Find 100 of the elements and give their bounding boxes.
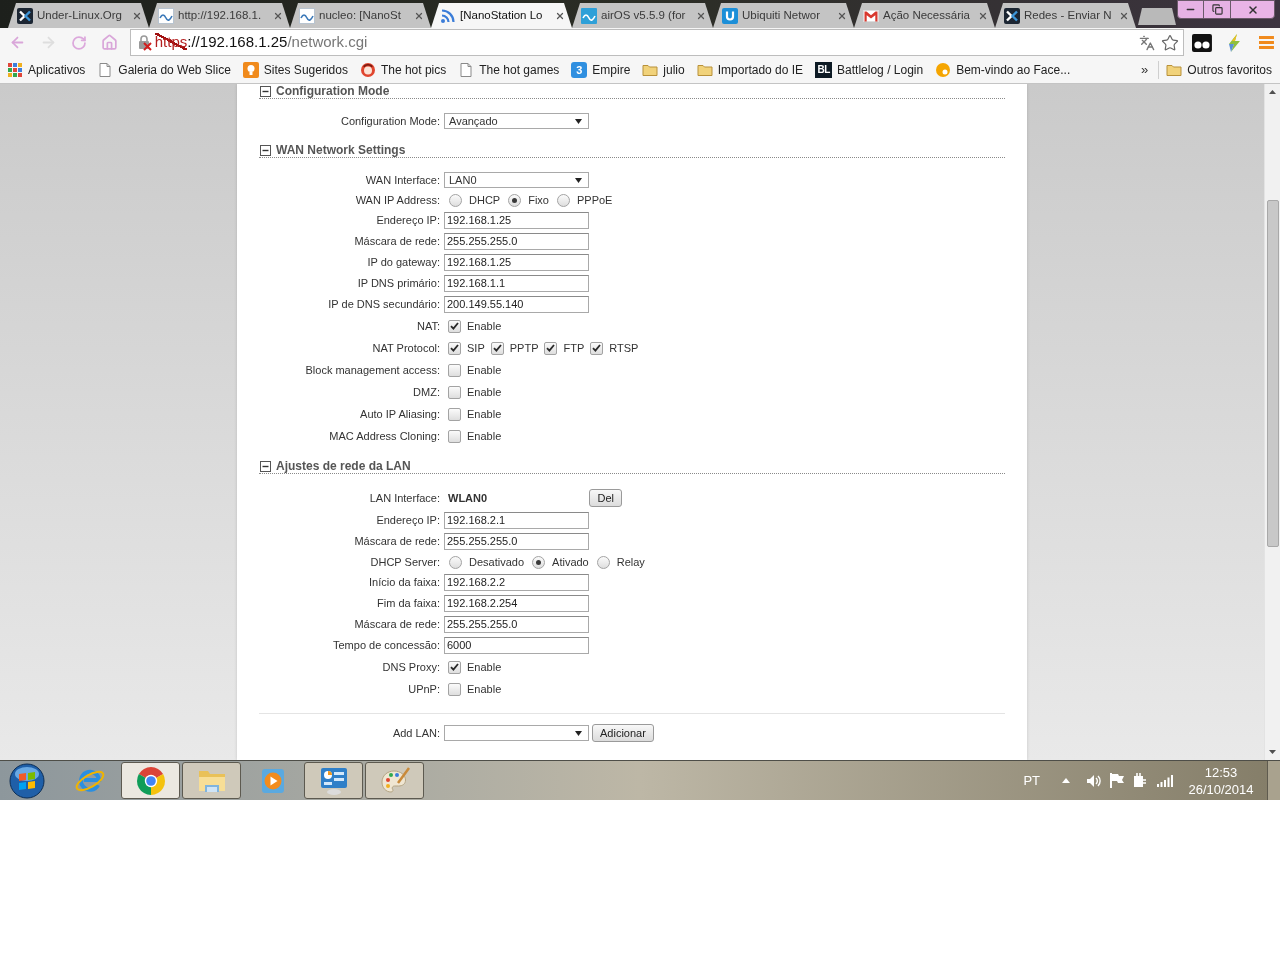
show-desktop-button[interactable] (1267, 761, 1280, 800)
close-icon[interactable] (132, 10, 142, 21)
tab[interactable]: nucleo: [NanoSt (290, 3, 431, 28)
checkbox[interactable] (448, 429, 461, 443)
glasses-icon[interactable] (1192, 33, 1213, 52)
input-field[interactable]: 200.149.55.140 (444, 296, 589, 313)
close-icon[interactable] (696, 10, 706, 21)
tab[interactable]: [NanoStation Lo (431, 3, 572, 28)
checkbox[interactable] (490, 341, 504, 355)
page-icon (458, 62, 475, 78)
bookmark[interactable]: Importado do IE (692, 59, 808, 81)
signal-bars-icon[interactable] (1157, 774, 1173, 787)
flag-icon[interactable] (1110, 773, 1124, 788)
checkbox-label: FTP (563, 340, 585, 356)
collapse-icon[interactable] (260, 144, 271, 156)
bookmark[interactable]: Sites Sugeridos (238, 59, 352, 81)
scroll-down-icon[interactable] (1269, 750, 1276, 754)
close-icon[interactable] (978, 10, 988, 21)
input-field[interactable]: 255.255.255.0 (444, 533, 589, 550)
start-orb-icon (9, 762, 45, 799)
restore-button[interactable] (1204, 0, 1230, 19)
input-field[interactable]: 192.168.1.25 (444, 212, 589, 229)
close-icon[interactable] (1119, 10, 1129, 21)
minimize-button[interactable] (1177, 0, 1204, 19)
section-title: Configuration Mode (276, 84, 390, 100)
add-button[interactable]: Adicionar (592, 724, 654, 742)
taskbar-app[interactable] (182, 762, 241, 799)
input-field[interactable]: 255.255.255.0 (444, 233, 589, 250)
checkbox[interactable] (448, 363, 461, 377)
close-icon[interactable] (837, 10, 847, 21)
input-field[interactable]: 192.168.1.1 (444, 275, 589, 292)
tab[interactable]: Under-Linux.Org (8, 3, 149, 28)
close-button[interactable] (1230, 0, 1275, 19)
collapse-icon[interactable] (260, 85, 271, 97)
power-plug-icon[interactable] (1133, 773, 1147, 788)
checkbox[interactable] (448, 319, 461, 333)
scrollbar-thumb[interactable] (1266, 200, 1279, 547)
close-icon[interactable] (414, 10, 424, 21)
start-button[interactable] (8, 761, 46, 800)
input-field[interactable]: 192.168.2.1 (444, 512, 589, 529)
bookmark[interactable]: Aplicativos (3, 59, 90, 81)
taskbar-app[interactable] (121, 762, 180, 799)
input-field[interactable]: 192.168.1.25 (444, 254, 589, 271)
star-icon[interactable] (1161, 33, 1180, 52)
bookmark[interactable]: Galeria do Web Slice (93, 59, 235, 81)
radio-button[interactable] (449, 193, 462, 207)
menu-icon[interactable] (1259, 36, 1274, 49)
close-icon[interactable] (555, 10, 565, 21)
overflow-chevron[interactable]: » (1139, 60, 1151, 80)
input-field[interactable]: 6000 (444, 637, 589, 654)
tab[interactable]: Redes - Enviar N (995, 3, 1136, 28)
dropdown[interactable] (444, 725, 589, 741)
clock[interactable]: 12:53 26/10/2014 (1185, 763, 1257, 798)
collapse-icon[interactable] (260, 460, 271, 472)
chevron-logo-icon (17, 7, 33, 24)
caret-up-icon[interactable] (1062, 778, 1070, 783)
speaker-icon[interactable] (1086, 773, 1102, 788)
check-icon (546, 344, 556, 352)
new-tab-button[interactable] (1138, 8, 1176, 25)
radio-label: Relay (616, 554, 645, 570)
tab[interactable]: Ação Necessária (854, 3, 995, 28)
bolt-icon[interactable] (1226, 33, 1243, 52)
scroll-up-icon[interactable] (1269, 90, 1276, 94)
radio-button[interactable] (596, 555, 610, 569)
checkbox[interactable] (448, 385, 461, 399)
input-field[interactable]: 192.168.2.2 (444, 574, 589, 591)
input-field[interactable]: 192.168.2.254 (444, 595, 589, 612)
scrollbar-track[interactable] (1264, 84, 1280, 760)
tab[interactable]: http://192.168.1. (149, 3, 290, 28)
checkbox[interactable] (448, 341, 461, 355)
checkbox[interactable] (590, 341, 604, 355)
close-icon[interactable] (273, 10, 283, 21)
bookmark[interactable]: BL Battlelog / Login (811, 59, 928, 81)
translate-icon[interactable] (1139, 34, 1156, 51)
bookmark[interactable]: Outros favoritos (1162, 59, 1276, 81)
bookmark[interactable]: 3 Empire (567, 59, 635, 81)
field-label: UPnP: (407, 681, 440, 697)
bookmark[interactable]: Bem-vindo ao Face... (931, 59, 1075, 81)
dropdown[interactable]: LAN0 (444, 172, 589, 188)
dropdown[interactable]: Avançado (444, 113, 589, 129)
checkbox[interactable] (448, 660, 461, 674)
input-field[interactable]: 255.255.255.0 (444, 616, 589, 633)
radio-button[interactable] (449, 555, 462, 569)
tab[interactable]: Ubiquiti Networ (713, 3, 854, 28)
taskbar-app[interactable] (365, 762, 424, 799)
radio-label: PPPoE (576, 192, 613, 208)
bookmark[interactable]: The hot pics (355, 59, 451, 81)
tab[interactable]: airOS v5.5.9 (for (572, 3, 713, 28)
wave-logo-icon (299, 7, 315, 24)
signal-arcs-icon (440, 7, 456, 24)
radio-button[interactable] (532, 555, 546, 569)
delete-button[interactable]: Del (589, 489, 622, 507)
bookmark[interactable]: The hot games (454, 59, 564, 81)
taskbar-app[interactable] (304, 762, 363, 799)
checkbox[interactable] (544, 341, 558, 355)
checkbox[interactable] (448, 682, 461, 696)
bookmark[interactable]: julio (638, 59, 689, 81)
radio-button[interactable] (508, 193, 522, 207)
checkbox[interactable] (448, 407, 461, 421)
radio-button[interactable] (556, 193, 570, 207)
